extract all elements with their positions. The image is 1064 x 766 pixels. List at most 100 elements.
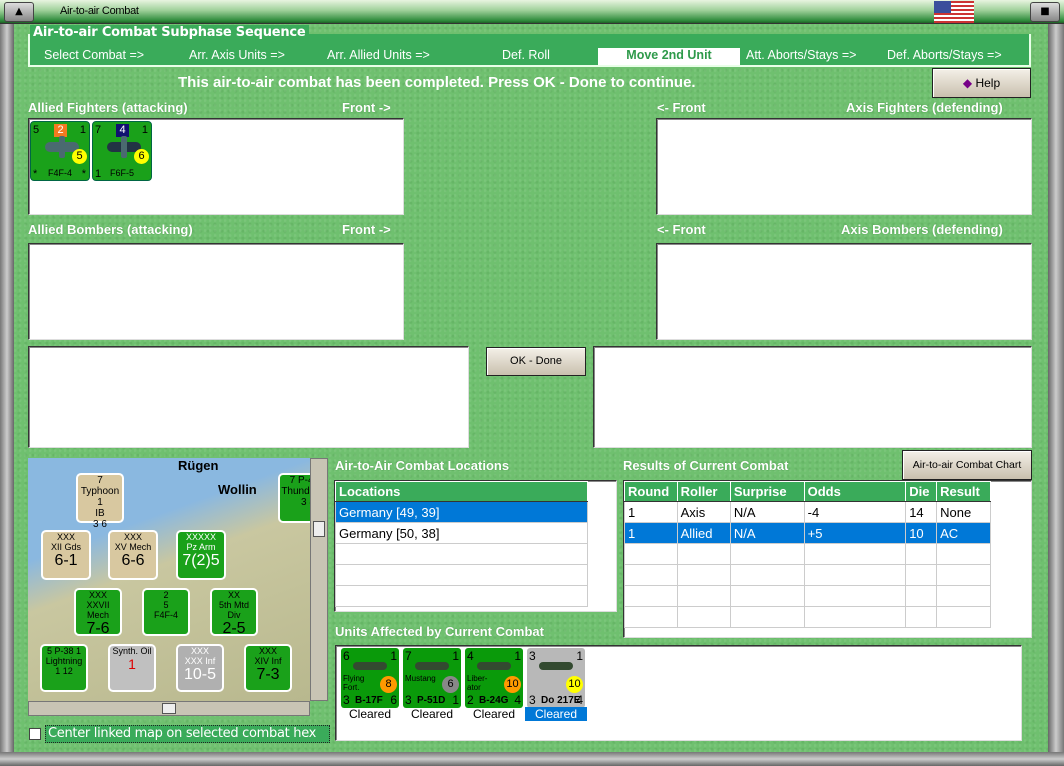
place-rugen: Rügen	[178, 458, 219, 473]
map-counter-xxvii-mech[interactable]: XXX XXVII Mech 7-6	[74, 588, 122, 637]
map-counter-xii-gds[interactable]: XXX XII Gds 6-1	[41, 530, 91, 580]
results-header-round: Round	[624, 481, 678, 502]
defense-value: 1	[79, 124, 86, 136]
results-cell	[803, 606, 907, 628]
results-cell	[676, 606, 731, 628]
locations-list[interactable]: Locations Germany [49, 39] Germany [50, …	[334, 480, 617, 612]
unit-counter-b-24g[interactable]: 4 1 Liber-ator 10 2 B-24G 4	[465, 648, 523, 708]
results-cell: Axis	[676, 501, 731, 523]
defense-value: 1	[141, 124, 148, 136]
plane-icon	[415, 662, 449, 670]
results-cell	[729, 564, 805, 586]
locations-table: Locations Germany [49, 39] Germany [50, …	[335, 481, 588, 607]
map-counter-synth-oil[interactable]: Synth. Oil 1	[108, 644, 156, 692]
map-vertical-scrollbar[interactable]	[310, 458, 328, 701]
center-map-label[interactable]: Center linked map on selected combat hex	[45, 725, 330, 743]
results-row[interactable]: 1 Allied N/A +5 10 AC	[624, 522, 991, 544]
unit-counter-p-51d[interactable]: 7 1 Mustang 6 3 P-51D 1	[403, 648, 461, 708]
results-cell	[803, 564, 907, 586]
results-header-surprise: Surprise	[729, 481, 805, 502]
results-row[interactable]	[624, 585, 991, 607]
unit-bottom-right: 4	[576, 693, 583, 707]
axis-fighters-box[interactable]	[656, 118, 1032, 215]
unit-bottom-right: 4	[514, 693, 521, 707]
unit-top-left: 4	[467, 649, 474, 663]
results-row[interactable]	[624, 606, 991, 628]
us-flag-icon	[934, 1, 974, 23]
results-cell	[905, 543, 938, 565]
results-cell	[936, 606, 991, 628]
results-cell	[729, 585, 805, 607]
allied-bombers-box[interactable]	[28, 243, 404, 340]
unit-name: F4F-4	[48, 168, 73, 178]
results-cell	[936, 585, 991, 607]
results-cell: 1	[624, 501, 678, 523]
unit-name: Do 217E	[541, 695, 581, 706]
axis-bombers-box[interactable]	[656, 243, 1032, 340]
location-row[interactable]: Germany [49, 39]	[335, 501, 588, 523]
front-right-label: Front ->	[342, 100, 391, 115]
map-counter-f4f-4[interactable]: 2 5 F4F-4	[142, 588, 190, 636]
unit-name: B-17F	[355, 695, 383, 706]
results-cell: None	[936, 501, 991, 523]
system-menu-button[interactable]: ▲	[4, 2, 34, 22]
unit-value: 10	[566, 676, 583, 693]
results-cell	[803, 585, 907, 607]
center-map-checkbox[interactable]	[29, 728, 41, 740]
results-row[interactable]	[624, 543, 991, 565]
results-cell	[905, 564, 938, 586]
results-cell	[936, 564, 991, 586]
step-select-combat: Select Combat =>	[44, 48, 145, 62]
results-cell: 1	[624, 522, 678, 544]
unit-counter-do-217e[interactable]: 3 1 10 3 Do 217E 4	[527, 648, 585, 708]
unit-bottom-right: 6	[390, 693, 397, 707]
step-def-roll: Def. Roll	[502, 48, 550, 62]
results-cell: AC	[936, 522, 991, 544]
br-mark: *	[81, 168, 86, 180]
counter-f4f-4[interactable]: 5 2 1 5 * F4F-4 *	[30, 121, 90, 181]
subphase-sequence-title: Air-to-air Combat Subphase Sequence	[30, 25, 309, 40]
unit-bottom-left: 3	[405, 693, 412, 707]
unit-status: Cleared	[348, 707, 392, 721]
map-counter-xv-mech[interactable]: XXX XV Mech 6-6	[108, 530, 158, 580]
location-row[interactable]: Germany [50, 38]	[335, 522, 588, 544]
combat-chart-button[interactable]: Air-to-air Combat Chart	[902, 450, 1032, 480]
step-att-aborts: Att. Aborts/Stays =>	[746, 48, 857, 62]
front-left-label: <- Front	[657, 100, 706, 115]
results-cell	[729, 543, 805, 565]
map-counter-5th-mtd[interactable]: XX 5th Mtd Div 2-5	[210, 588, 258, 637]
results-cell	[624, 564, 678, 586]
title-bar: ▲ Air-to-air Combat ■	[0, 0, 1064, 24]
locations-label: Air-to-Air Combat Locations	[335, 458, 510, 473]
place-wollin: Wollin	[218, 482, 257, 497]
map-counter-xxx-inf[interactable]: XXX XXX Inf 10-5	[176, 644, 224, 692]
map-horizontal-scrollbar[interactable]	[28, 701, 310, 716]
results-cell	[624, 606, 678, 628]
map-counter-p38[interactable]: 5 P-38 1 Lightning 1 12	[40, 644, 88, 692]
unit-top-right: 1	[514, 649, 521, 663]
unit-value: 6	[442, 676, 459, 693]
map-counter-pz-arm[interactable]: XXXXX Pz Arm 7(2)5	[176, 530, 226, 580]
unit-counter-b-17f[interactable]: 6 1 Flying Fort. 8 3 B-17F 6	[341, 648, 399, 708]
counter-f6f-5[interactable]: 7 4 1 6 1 F6F-5	[92, 121, 152, 181]
horizontal-scroll-thumb[interactable]	[162, 703, 176, 714]
results-panel: Round Roller Surprise Odds Die Result 1 Axis N/…	[623, 480, 1032, 638]
attack-value: 7	[95, 124, 102, 136]
results-header-die: Die	[905, 481, 938, 502]
results-cell: N/A	[729, 522, 805, 544]
results-row[interactable]: 1 Axis N/A -4 14 None	[624, 501, 991, 523]
map-counter-typhoon[interactable]: 7 Typhoon 1 IB 3 6	[76, 473, 124, 530]
ok-done-button[interactable]: OK - Done	[486, 347, 586, 376]
attack-value: 5	[33, 124, 40, 136]
step-arr-allied: Arr. Allied Units =>	[327, 48, 430, 62]
unit-top-right: 1	[452, 649, 459, 663]
linked-map[interactable]: Rügen Wollin 7 Typhoon 1IB3 6 7 P-47DThu…	[28, 458, 310, 701]
results-row[interactable]	[624, 564, 991, 586]
close-button[interactable]: ■	[1030, 2, 1060, 22]
bl-mark: *	[33, 168, 38, 180]
map-counter-xiv-inf[interactable]: XXX XIV Inf 7-3	[244, 644, 292, 692]
vertical-scroll-thumb[interactable]	[313, 521, 325, 537]
map-counter-p47d[interactable]: 7 P-47DThunderbolt3 8	[278, 473, 310, 523]
help-button[interactable]: ◆ Help	[932, 68, 1031, 98]
unit-top-right: 1	[576, 649, 583, 663]
